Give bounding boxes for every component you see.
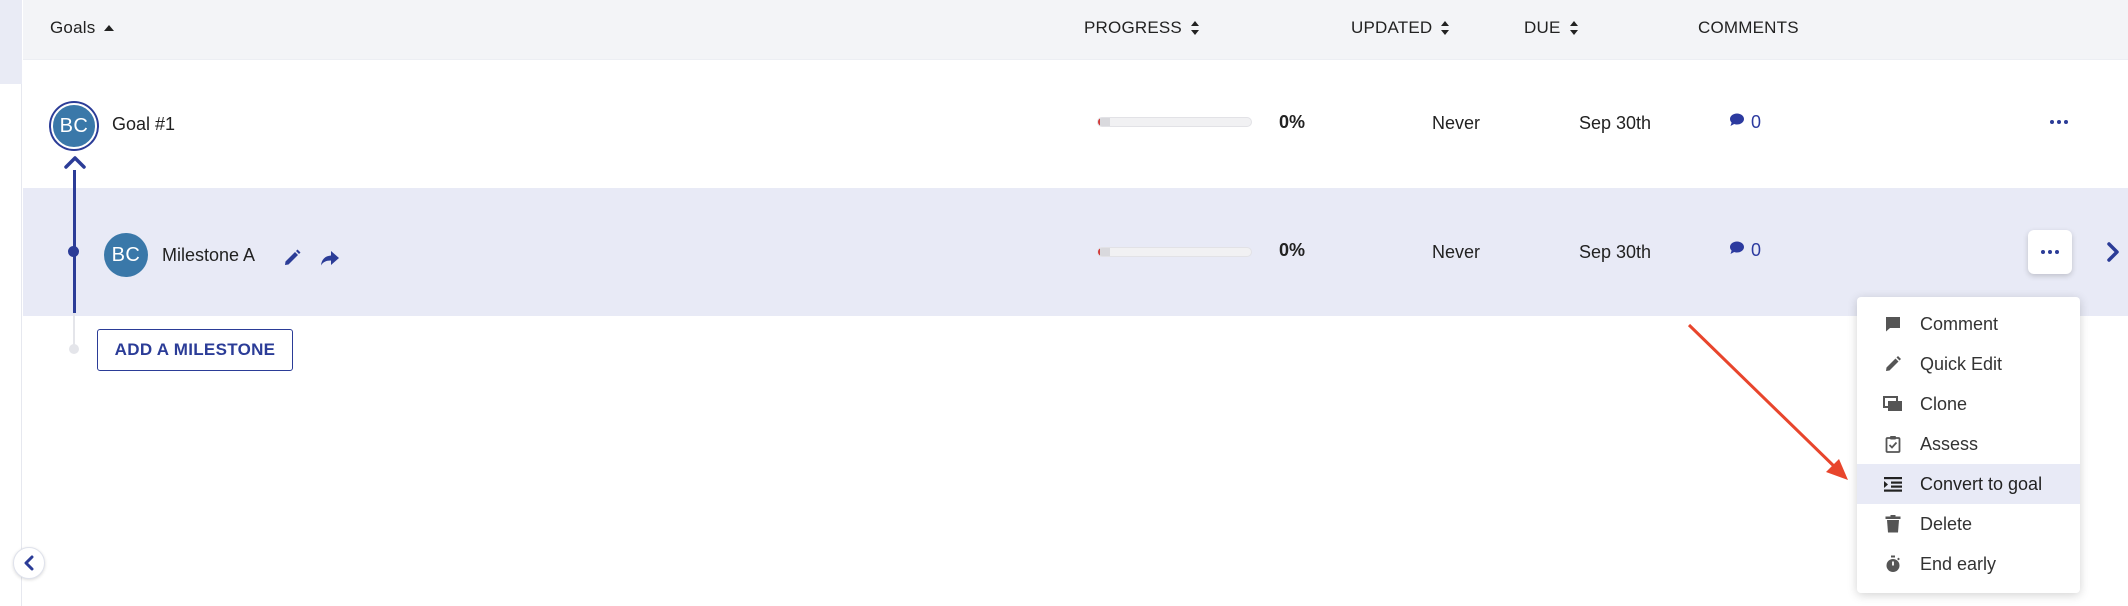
comments-link[interactable]: 0 — [1729, 240, 1761, 261]
menu-item-end-early[interactable]: End early — [1857, 544, 2080, 584]
column-header-goals[interactable]: Goals — [50, 18, 115, 38]
menu-item-label: Comment — [1920, 313, 1999, 334]
due-value: Sep 30th — [1579, 242, 1652, 262]
sort-icon — [1440, 20, 1450, 36]
progress-percent: 0% — [1279, 112, 1306, 132]
progress-bar — [1097, 117, 1252, 127]
milestone-more-button[interactable] — [2028, 230, 2072, 274]
sort-ascending-icon — [103, 24, 115, 32]
goal-row[interactable]: BC Goal #1 0% Never Sep 30th 0 — [23, 60, 2128, 188]
comment-icon — [1883, 314, 1903, 334]
column-header-updated[interactable]: UPDATED — [1351, 18, 1450, 38]
goal-more-button[interactable] — [2039, 110, 2079, 134]
menu-item-comment[interactable]: Comment — [1857, 304, 2080, 344]
menu-item-label: Convert to goal — [1920, 473, 2043, 494]
collapse-sidebar-button[interactable] — [13, 547, 45, 579]
menu-item-clone[interactable]: Clone — [1857, 384, 2080, 424]
comment-bubble-icon — [1729, 112, 1745, 133]
row-actions-menu: Comment Quick Edit Clone Assess Convert … — [1857, 297, 2080, 593]
sort-icon — [1190, 20, 1200, 36]
updated-value: Never — [1432, 242, 1481, 262]
menu-item-label: Quick Edit — [1920, 353, 2003, 374]
comments-count: 0 — [1751, 240, 1762, 260]
more-dots-icon — [2041, 250, 2059, 254]
menu-item-quick-edit[interactable]: Quick Edit — [1857, 344, 2080, 384]
goal-title[interactable]: Goal #1 — [112, 114, 175, 135]
progress-percent: 0% — [1279, 240, 1306, 260]
annotation-arrow-icon — [1687, 323, 1848, 480]
column-header-progress[interactable]: PROGRESS — [1084, 18, 1200, 38]
milestone-title[interactable]: Milestone A — [162, 245, 255, 266]
pencil-icon[interactable] — [282, 248, 302, 273]
tree-node — [68, 246, 79, 257]
left-rail-header — [0, 0, 22, 84]
column-header-updated-label: UPDATED — [1351, 18, 1433, 37]
comments-count: 0 — [1751, 112, 1762, 132]
more-dots-icon — [2050, 120, 2068, 124]
column-header-due[interactable]: DUE — [1524, 18, 1579, 38]
column-header-due-label: DUE — [1524, 18, 1561, 37]
menu-item-label: Delete — [1920, 513, 1973, 534]
clipboard-check-icon — [1883, 434, 1903, 454]
comment-bubble-icon — [1729, 240, 1745, 261]
left-rail — [0, 0, 22, 606]
comments-link[interactable]: 0 — [1729, 112, 1761, 133]
progress-bar-fill — [1098, 248, 1111, 256]
chevron-left-icon — [24, 555, 34, 571]
progress-bar-fill — [1098, 118, 1111, 126]
menu-item-delete[interactable]: Delete — [1857, 504, 2080, 544]
menu-item-label: Assess — [1920, 433, 1979, 454]
column-header-comments-label: COMMENTS — [1698, 18, 1799, 37]
column-header-progress-label: PROGRESS — [1084, 18, 1182, 37]
tree-connector — [73, 170, 76, 313]
due-value: Sep 30th — [1579, 113, 1652, 133]
tree-connector — [73, 313, 75, 348]
menu-item-convert-to-goal[interactable]: Convert to goal — [1857, 464, 2080, 504]
table-header: Goals PROGRESS UPDATED DUE COMMENTS — [23, 0, 2128, 60]
column-header-goals-label: Goals — [50, 18, 96, 37]
updated-value: Never — [1432, 113, 1481, 133]
menu-item-assess[interactable]: Assess — [1857, 424, 2080, 464]
progress-bar — [1097, 247, 1252, 257]
trash-icon — [1883, 514, 1903, 534]
convert-list-icon — [1883, 474, 1903, 494]
share-icon[interactable] — [320, 249, 340, 272]
menu-item-label: End early — [1920, 553, 1997, 574]
tree-node — [69, 344, 79, 354]
goals-page: Goals PROGRESS UPDATED DUE COMMENTS BC G… — [0, 0, 2128, 606]
column-header-comments: COMMENTS — [1698, 18, 1799, 38]
clone-icon — [1883, 394, 1903, 414]
add-milestone-button[interactable]: ADD A MILESTONE — [97, 329, 293, 371]
stopwatch-icon — [1883, 554, 1903, 574]
pencil-icon — [1883, 354, 1903, 374]
sort-icon — [1569, 20, 1579, 36]
menu-item-label: Clone — [1920, 393, 1968, 414]
avatar: BC — [51, 103, 97, 149]
avatar: BC — [104, 233, 148, 277]
chevron-right-icon[interactable] — [2107, 242, 2119, 267]
